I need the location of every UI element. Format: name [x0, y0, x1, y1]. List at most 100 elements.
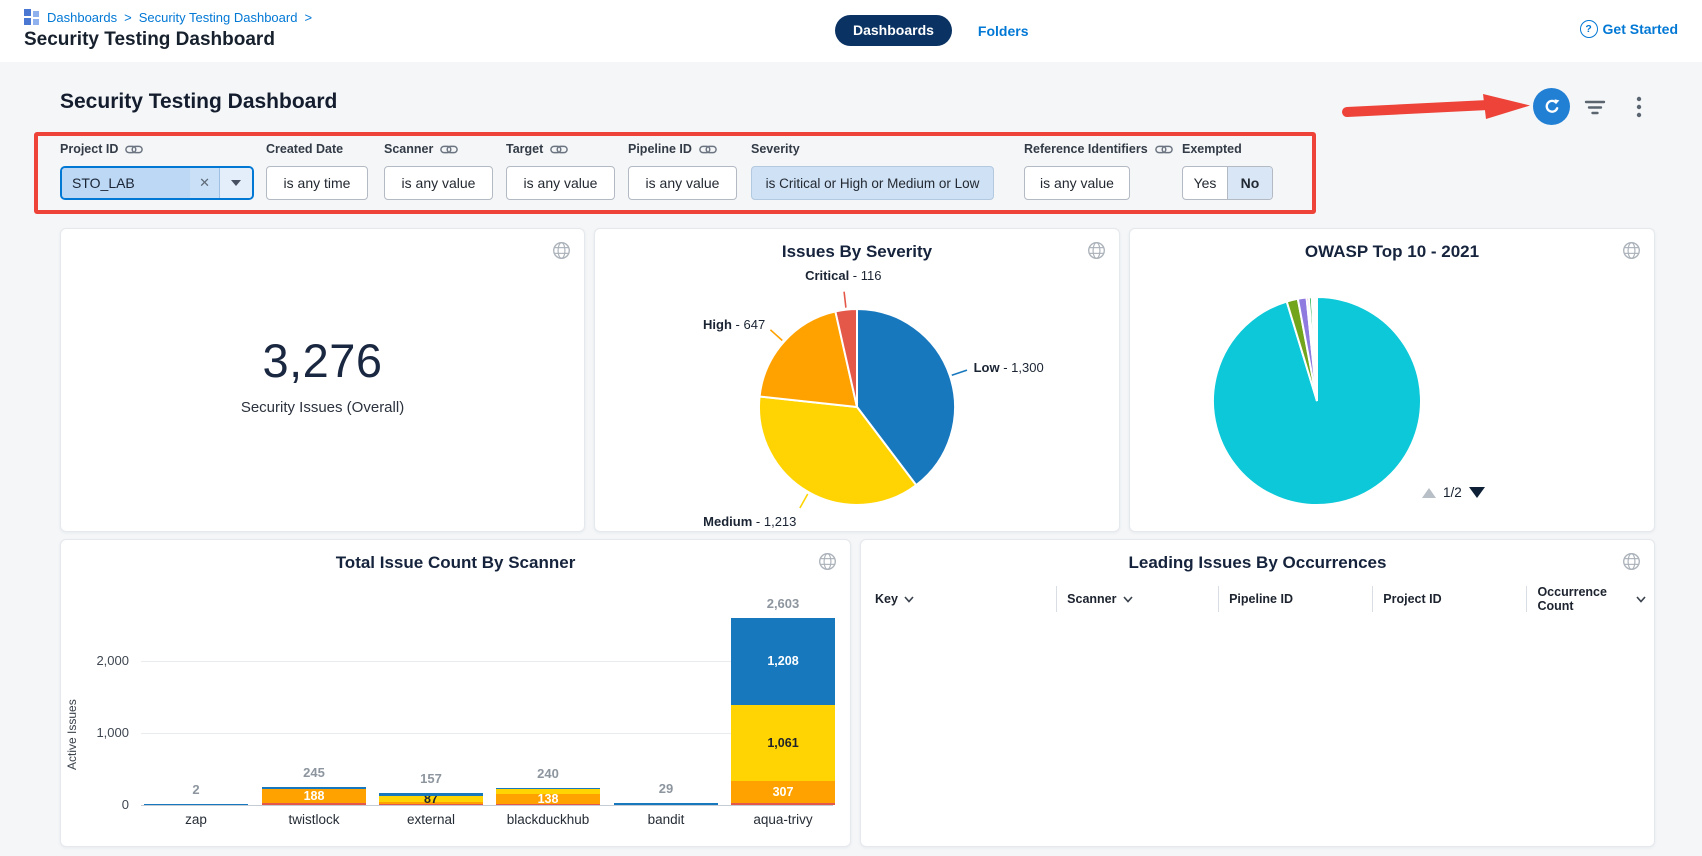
filter-label: Reference Identifiers [1024, 142, 1148, 156]
filter-control-severity[interactable]: is Critical or High or Medium or Low [751, 166, 994, 200]
tile-owasp-top-10: OWASP Top 10 - 2021 1/2 [1129, 228, 1655, 532]
filter-value[interactable]: STO_LAB [62, 168, 190, 198]
clear-x-icon[interactable]: ✕ [190, 168, 219, 198]
toggle-option-no[interactable]: No [1227, 167, 1272, 199]
issues-by-severity-pie: Low - 1,300Medium - 1,213High - 647Criti… [595, 229, 1119, 531]
breadcrumb-separator: > [304, 10, 312, 25]
link-icon [1155, 144, 1173, 155]
column-label: Occurrence Count [1537, 585, 1630, 613]
filter-label: Scanner [384, 142, 433, 156]
kpi-value: 3,276 [61, 333, 584, 388]
filter-pipeline-id: Pipeline ID is any value [628, 140, 737, 200]
bar-total-value: 157 [379, 771, 483, 786]
bar-total-value: 2 [144, 782, 248, 797]
column-header-occurrence-count[interactable]: Occurrence Count [1526, 586, 1646, 612]
tab-dashboards[interactable]: Dashboards [835, 15, 952, 46]
chevron-down-icon [904, 596, 914, 603]
filter-reference-identifiers: Reference Identifiers is any value [1024, 140, 1173, 200]
dropdown-caret-icon [231, 180, 241, 186]
tile-security-issues-overall: 3,276 Security Issues (Overall) [60, 228, 585, 532]
owasp-top-10-pie [1130, 229, 1654, 531]
question-circle-icon: ? [1580, 20, 1598, 38]
kebab-menu-icon [1636, 96, 1642, 118]
x-axis-category: aqua-trivy [713, 812, 853, 827]
column-label: Project ID [1383, 592, 1441, 606]
pie-label-leader [844, 292, 846, 308]
filter-label: Pipeline ID [628, 142, 692, 156]
bar-segment-external-blue[interactable] [379, 793, 483, 796]
get-started-label: Get Started [1603, 21, 1678, 37]
filter-control-reference-identifiers[interactable]: is any value [1024, 166, 1130, 200]
filter-label: Project ID [60, 142, 118, 156]
chart-title: Leading Issues By Occurrences [861, 553, 1654, 573]
dropdown-caret-button[interactable] [220, 168, 252, 198]
filter-list-icon [1584, 97, 1606, 117]
view-tabs: Dashboards Folders [835, 15, 1029, 46]
link-icon [440, 144, 458, 155]
filter-control-scanner[interactable]: is any value [384, 166, 493, 200]
bar-segment-aqua-trivy-red[interactable] [731, 803, 835, 805]
filter-created-date: Created Date is any time [266, 140, 368, 200]
link-icon [550, 144, 568, 155]
pie-label-leader [770, 330, 782, 341]
filter-severity: Severityis Critical or High or Medium or… [751, 140, 994, 200]
gridline [141, 661, 833, 662]
refresh-button[interactable] [1533, 88, 1570, 125]
filter-project-id: Project ID STO_LAB✕ [60, 140, 254, 200]
column-label: Key [875, 592, 898, 606]
y-axis-tick: 0 [65, 797, 129, 812]
dashboards-grid-icon [24, 9, 40, 25]
column-label: Scanner [1067, 592, 1116, 606]
tile-leading-issues-by-occurrences: Leading Issues By Occurrences Key Scanner… [860, 539, 1655, 847]
page-title: Security Testing Dashboard [24, 29, 275, 51]
column-header-key[interactable]: Key [875, 586, 1056, 612]
top-header: Dashboards > Security Testing Dashboard … [0, 0, 1702, 63]
globe-icon [1622, 552, 1641, 571]
chevron-down-icon [1123, 596, 1133, 603]
breadcrumb: Dashboards > Security Testing Dashboard … [24, 9, 312, 25]
gridline [141, 805, 833, 806]
bar-segment-bandit-blue[interactable] [614, 803, 718, 805]
get-started-link[interactable]: ? Get Started [1580, 20, 1678, 38]
filter-control-pipeline-id[interactable]: is any value [628, 166, 737, 200]
bar-segment-value: 188 [262, 788, 366, 804]
filter-label: Exempted [1182, 142, 1242, 156]
tab-folders[interactable]: Folders [978, 23, 1029, 39]
gridline [141, 733, 833, 734]
bar-segment-zap-blue[interactable] [144, 804, 248, 805]
toggle-option-yes[interactable]: Yes [1183, 167, 1227, 199]
table-header-row: Key Scanner Pipeline ID Project ID Occurrenc… [875, 586, 1646, 612]
bar-segment-blackduckhub-blue[interactable] [496, 788, 600, 789]
filter-control-project-id: STO_LAB✕ [60, 166, 254, 200]
breadcrumb-current[interactable]: Security Testing Dashboard [139, 10, 298, 25]
bar-segment-twistlock-blue[interactable] [262, 787, 366, 789]
bar-segment-blackduckhub-yellow[interactable] [496, 789, 600, 794]
pie-slice-label: Medium - 1,213 [703, 514, 796, 529]
breadcrumb-dashboards[interactable]: Dashboards [47, 10, 117, 25]
column-header-scanner[interactable]: Scanner [1056, 586, 1218, 612]
pie-slice-label: Low - 1,300 [974, 360, 1044, 375]
column-header-project-id[interactable]: Project ID [1372, 586, 1526, 612]
bar-total-value: 245 [262, 765, 366, 780]
pie-label-leader [952, 370, 967, 375]
filter-toolbar-button[interactable] [1582, 94, 1608, 120]
more-options-button[interactable] [1626, 94, 1652, 120]
y-axis-label: Active Issues [65, 690, 85, 780]
filter-control-created-date[interactable]: is any time [266, 166, 368, 200]
column-header-pipeline-id[interactable]: Pipeline ID [1218, 586, 1372, 612]
bar-segment-value: 1,208 [731, 653, 835, 669]
filter-control-target[interactable]: is any value [506, 166, 615, 200]
column-label: Pipeline ID [1229, 592, 1293, 606]
globe-icon [552, 241, 571, 260]
annotation-arrow [1342, 92, 1532, 124]
y-axis-tick: 2,000 [65, 653, 129, 668]
link-icon [699, 144, 717, 155]
pie-slice-label: High - 647 [703, 317, 765, 332]
filter-label: Created Date [266, 142, 343, 156]
link-icon [125, 144, 143, 155]
breadcrumb-separator: > [124, 10, 132, 25]
page-down-icon[interactable] [1469, 487, 1485, 498]
stacked-bar-chart: 01,0002,000Active Issues2zap188245twistl… [61, 540, 850, 846]
page-up-icon[interactable] [1422, 488, 1436, 498]
filter-target: Targetis any value [506, 140, 615, 200]
